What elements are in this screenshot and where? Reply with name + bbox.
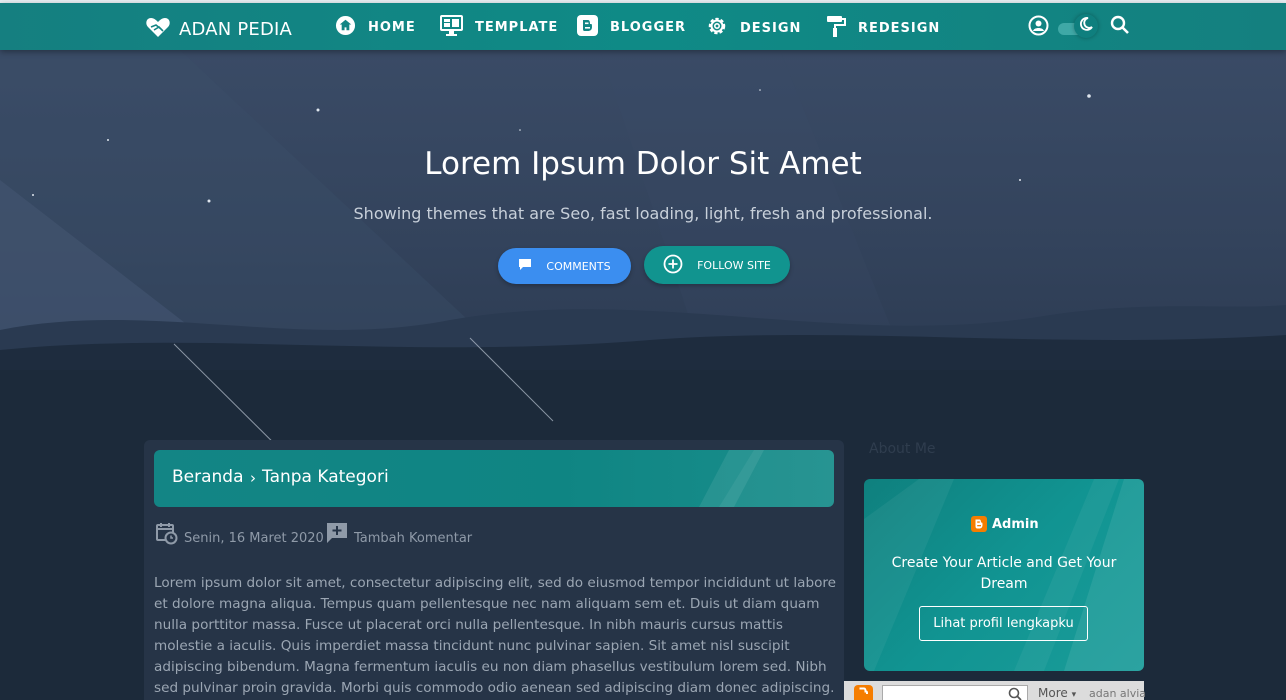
blogger-icon <box>577 15 598 40</box>
follow-site-label: FOLLOW SITE <box>697 258 771 272</box>
post-comment-text: Tambah Komentar <box>354 530 473 546</box>
nav-label-redesign: REDESIGN <box>858 21 941 36</box>
post-date-text: Senin, 16 Maret 2020 <box>184 531 324 546</box>
nav-label-design: DESIGN <box>740 20 802 36</box>
post-date: Senin, 16 Maret 2020 <box>156 522 324 549</box>
admin-name[interactable]: Admin <box>992 517 1039 532</box>
about-description: Create Your Article and Get Your Dream <box>891 555 1117 592</box>
follow-site-button[interactable]: FOLLOW SITE <box>644 246 790 284</box>
breadcrumb-home-link[interactable]: Beranda <box>172 467 244 487</box>
dark-mode-toggle[interactable] <box>1074 14 1098 38</box>
gear-icon <box>706 15 728 41</box>
nav-label-home: HOME <box>368 20 416 35</box>
comments-button[interactable]: COMMENTS <box>498 248 631 284</box>
caret-down-icon: ▾ <box>1071 690 1077 700</box>
top-navbar: ADAN PEDIA HOME TEMPLATE BLOGGER DESIGN … <box>0 3 1286 50</box>
blogger-more-label: More <box>1038 686 1068 700</box>
paint-roller-icon <box>826 15 846 42</box>
blogger-user-email[interactable]: adan alvia <box>1089 687 1146 700</box>
breadcrumb-category-link[interactable]: Tanpa Kategori <box>262 467 389 487</box>
nav-label-template: TEMPLATE <box>475 20 559 35</box>
blogger-profile-icon <box>971 516 987 536</box>
calendar-clock-icon <box>156 522 178 549</box>
blogger-search-input[interactable] <box>882 685 1028 700</box>
moon-icon <box>1078 16 1094 36</box>
brand-logo[interactable]: ADAN PEDIA <box>145 15 292 43</box>
blogger-search-icon[interactable] <box>1008 686 1022 700</box>
comments-button-label: COMMENTS <box>546 259 611 273</box>
about-me-heading: About Me <box>869 441 936 457</box>
breadcrumb-separator: › <box>250 469 256 487</box>
nav-item-home[interactable]: HOME <box>335 15 416 40</box>
nav-item-redesign[interactable]: REDESIGN <box>826 15 940 42</box>
breadcrumb: Beranda › Tanpa Kategori <box>154 450 834 507</box>
brand-name: ADAN PEDIA <box>179 18 293 40</box>
nav-item-blogger[interactable]: BLOGGER <box>577 15 686 40</box>
view-profile-button[interactable]: Lihat profil lengkapku <box>919 606 1088 641</box>
monitor-icon <box>440 15 463 40</box>
home-icon <box>335 15 356 40</box>
nav-item-template[interactable]: TEMPLATE <box>440 15 558 40</box>
post-comment-link[interactable]: Tambah Komentar <box>326 522 472 548</box>
chat-icon <box>518 258 532 274</box>
user-icon[interactable] <box>1028 15 1049 40</box>
blogger-more-menu[interactable]: More ▾ <box>1038 686 1076 700</box>
blogger-logo-icon[interactable] <box>854 685 873 700</box>
nav-item-design[interactable]: DESIGN <box>706 15 801 41</box>
heart-hand-icon <box>145 15 171 43</box>
search-icon[interactable] <box>1110 15 1130 39</box>
breadcrumb-stripes <box>699 450 834 507</box>
nav-label-blogger: BLOGGER <box>610 20 687 35</box>
comment-add-icon <box>326 522 348 548</box>
post-body-text: Lorem ipsum dolor sit amet, consectetur … <box>154 575 837 696</box>
plus-circle-icon <box>663 254 683 277</box>
